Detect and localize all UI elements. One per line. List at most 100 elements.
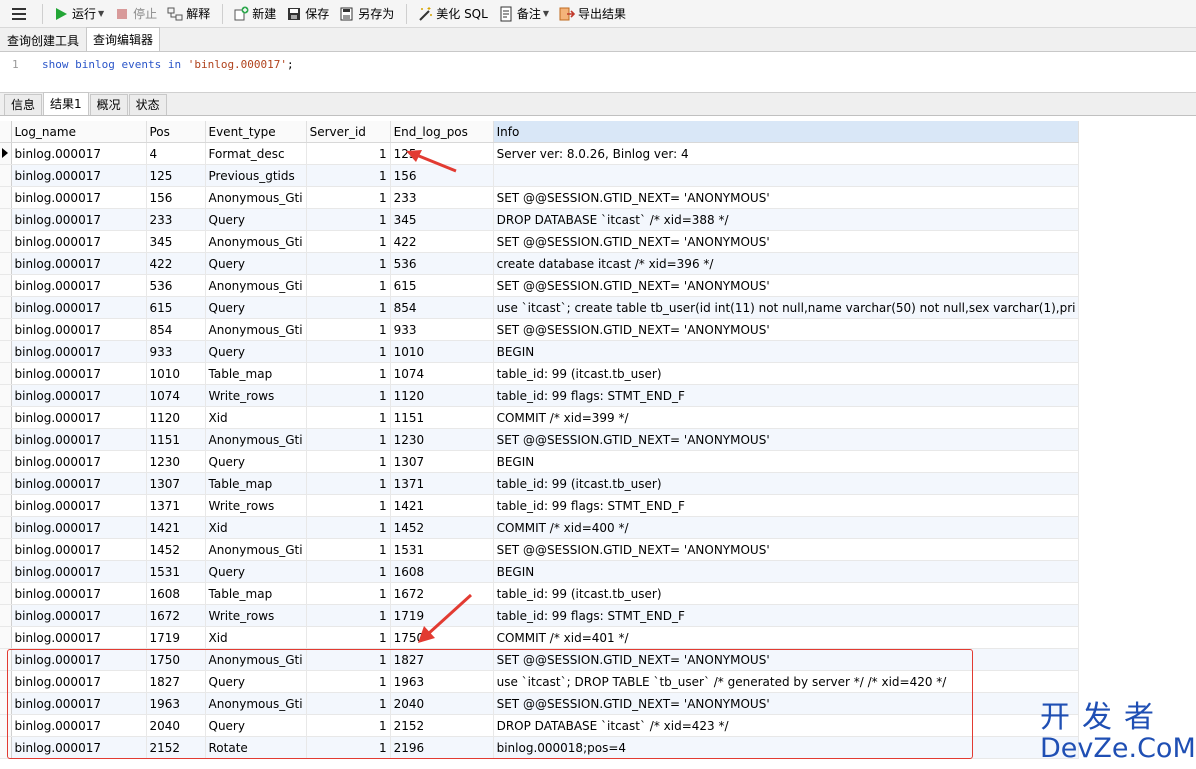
cell-end-log-pos[interactable]: 1421 [390, 494, 494, 517]
table-row[interactable]: binlog.000017 233 Query 1 345 DROP DATABASE `… [0, 208, 1080, 231]
cell-end-log-pos[interactable]: 156 [390, 164, 494, 187]
cell-info[interactable]: SET @@SESSION.GTID_NEXT= 'ANONYMOUS' [493, 318, 1080, 341]
cell-event-type[interactable]: Anonymous_Gti [205, 538, 307, 561]
column-header-info[interactable]: Info [493, 121, 1080, 143]
table-row[interactable]: binlog.000017 854 Anonymous_Gti 1 933 SET @@S… [0, 318, 1080, 341]
cell-server-id[interactable]: 1 [306, 648, 391, 671]
table-row[interactable]: binlog.000017 1827 Query 1 1963 use `itcast`;… [0, 670, 1080, 693]
cell-pos[interactable]: 1371 [146, 494, 206, 517]
cell-info[interactable]: table_id: 99 flags: STMT_END_F [493, 604, 1080, 627]
column-header-log-name[interactable]: Log_name [11, 121, 147, 143]
table-row[interactable]: binlog.000017 125 Previous_gtids 1 156 [0, 164, 1080, 187]
cell-pos[interactable]: 156 [146, 186, 206, 209]
row-indicator[interactable] [0, 604, 12, 627]
table-row[interactable]: binlog.000017 2152 Rotate 1 2196 binlog.00001… [0, 736, 1080, 759]
cell-pos[interactable]: 933 [146, 340, 206, 363]
row-indicator[interactable] [0, 450, 12, 473]
cell-log-name[interactable]: binlog.000017 [11, 208, 147, 231]
row-indicator[interactable] [0, 362, 12, 385]
cell-event-type[interactable]: Anonymous_Gti [205, 230, 307, 253]
cell-end-log-pos[interactable]: 1120 [390, 384, 494, 407]
cell-pos[interactable]: 1452 [146, 538, 206, 561]
table-row[interactable]: binlog.000017 1719 Xid 1 1750 COMMIT /* xid=4… [0, 626, 1080, 649]
row-indicator[interactable] [0, 494, 12, 517]
cell-log-name[interactable]: binlog.000017 [11, 340, 147, 363]
row-indicator[interactable] [0, 670, 12, 693]
column-header-server-id[interactable]: Server_id [306, 121, 391, 143]
table-row[interactable]: binlog.000017 1531 Query 1 1608 BEGIN [0, 560, 1080, 583]
sql-editor[interactable]: 1 show binlog events in 'binlog.000017'; [0, 52, 1196, 92]
cell-server-id[interactable]: 1 [306, 252, 391, 275]
export-results-button[interactable]: 导出结果 [555, 2, 630, 26]
table-row[interactable]: binlog.000017 1608 Table_map 1 1672 table_id:… [0, 582, 1080, 605]
row-indicator[interactable] [0, 648, 12, 671]
table-row[interactable]: binlog.000017 1010 Table_map 1 1074 table_id:… [0, 362, 1080, 385]
cell-end-log-pos[interactable]: 1608 [390, 560, 494, 583]
cell-end-log-pos[interactable]: 1963 [390, 670, 494, 693]
cell-info[interactable]: COMMIT /* xid=399 */ [493, 406, 1080, 429]
row-indicator[interactable] [0, 406, 12, 429]
table-row[interactable]: binlog.000017 1452 Anonymous_Gti 1 1531 SET @… [0, 538, 1080, 561]
cell-info[interactable]: table_id: 99 flags: STMT_END_F [493, 494, 1080, 517]
row-indicator[interactable] [0, 164, 12, 187]
cell-info[interactable]: table_id: 99 (itcast.tb_user) [493, 362, 1080, 385]
cell-info[interactable]: use `itcast`; DROP TABLE `tb_user` /* ge… [493, 670, 1080, 693]
cell-log-name[interactable]: binlog.000017 [11, 230, 147, 253]
cell-end-log-pos[interactable]: 536 [390, 252, 494, 275]
cell-log-name[interactable]: binlog.000017 [11, 164, 147, 187]
save-button[interactable]: 保存 [282, 2, 333, 26]
cell-end-log-pos[interactable]: 2196 [390, 736, 494, 759]
cell-log-name[interactable]: binlog.000017 [11, 318, 147, 341]
cell-end-log-pos[interactable]: 1531 [390, 538, 494, 561]
cell-end-log-pos[interactable]: 1074 [390, 362, 494, 385]
row-indicator[interactable] [0, 208, 12, 231]
cell-pos[interactable]: 1750 [146, 648, 206, 671]
cell-event-type[interactable]: Write_rows [205, 494, 307, 517]
cell-event-type[interactable]: Table_map [205, 362, 307, 385]
cell-event-type[interactable]: Xid [205, 516, 307, 539]
beautify-sql-button[interactable]: 美化 SQL [413, 2, 492, 26]
run-dropdown-icon[interactable]: ▼ [98, 9, 104, 18]
cell-info[interactable]: BEGIN [493, 560, 1080, 583]
tab-query-editor[interactable]: 查询编辑器 [86, 27, 161, 51]
cell-end-log-pos[interactable]: 345 [390, 208, 494, 231]
save-as-button[interactable]: 另存为 [335, 2, 398, 26]
tab-info[interactable]: 信息 [4, 94, 43, 115]
cell-server-id[interactable]: 1 [306, 736, 391, 759]
row-indicator[interactable] [0, 274, 12, 297]
cell-pos[interactable]: 345 [146, 230, 206, 253]
cell-server-id[interactable]: 1 [306, 714, 391, 737]
cell-info[interactable]: BEGIN [493, 450, 1080, 473]
table-row[interactable]: binlog.000017 1307 Table_map 1 1371 table_id:… [0, 472, 1080, 495]
cell-pos[interactable]: 1230 [146, 450, 206, 473]
cell-pos[interactable]: 1074 [146, 384, 206, 407]
cell-end-log-pos[interactable]: 125 [390, 142, 494, 165]
table-row[interactable]: binlog.000017 345 Anonymous_Gti 1 422 SET @@S… [0, 230, 1080, 253]
table-row[interactable]: binlog.000017 1230 Query 1 1307 BEGIN [0, 450, 1080, 473]
cell-end-log-pos[interactable]: 422 [390, 230, 494, 253]
cell-info[interactable]: Server ver: 8.0.26, Binlog ver: 4 [493, 142, 1080, 165]
cell-event-type[interactable]: Anonymous_Gti [205, 318, 307, 341]
cell-server-id[interactable]: 1 [306, 538, 391, 561]
cell-log-name[interactable]: binlog.000017 [11, 538, 147, 561]
cell-pos[interactable]: 1608 [146, 582, 206, 605]
cell-pos[interactable]: 2152 [146, 736, 206, 759]
column-header-event-type[interactable]: Event_type [205, 121, 307, 143]
new-button[interactable]: 新建 [229, 2, 280, 26]
cell-event-type[interactable]: Table_map [205, 472, 307, 495]
run-button[interactable]: 运行 ▼ [49, 2, 108, 26]
cell-info[interactable]: COMMIT /* xid=401 */ [493, 626, 1080, 649]
cell-server-id[interactable]: 1 [306, 472, 391, 495]
cell-end-log-pos[interactable]: 1719 [390, 604, 494, 627]
cell-server-id[interactable]: 1 [306, 142, 391, 165]
row-indicator[interactable] [0, 714, 12, 737]
cell-log-name[interactable]: binlog.000017 [11, 582, 147, 605]
cell-end-log-pos[interactable]: 615 [390, 274, 494, 297]
cell-event-type[interactable]: Query [205, 714, 307, 737]
cell-info[interactable]: binlog.000018;pos=4 [493, 736, 1080, 759]
cell-event-type[interactable]: Write_rows [205, 384, 307, 407]
table-row[interactable]: binlog.000017 933 Query 1 1010 BEGIN [0, 340, 1080, 363]
cell-log-name[interactable]: binlog.000017 [11, 362, 147, 385]
cell-event-type[interactable]: Anonymous_Gti [205, 648, 307, 671]
cell-log-name[interactable]: binlog.000017 [11, 450, 147, 473]
